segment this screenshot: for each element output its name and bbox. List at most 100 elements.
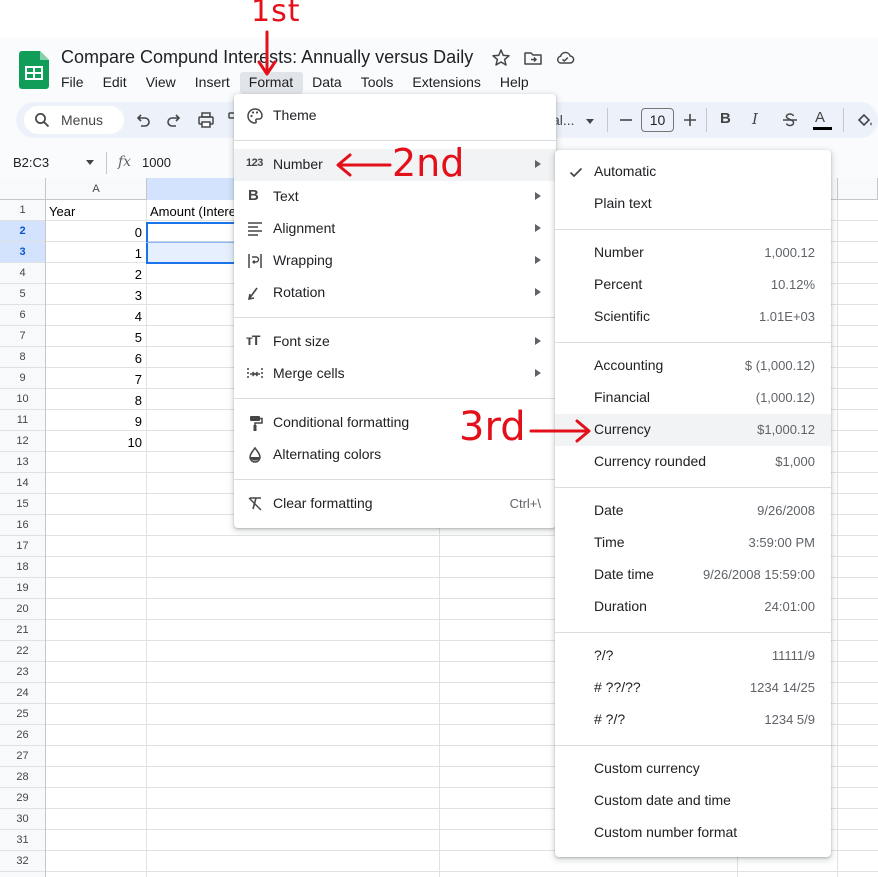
menu-edit[interactable]: Edit xyxy=(94,72,137,94)
cell-a1[interactable]: Year xyxy=(46,201,146,222)
menu-file[interactable]: File xyxy=(52,72,94,94)
menu-item-clear-formatting[interactable]: Clear formatting Ctrl+\ xyxy=(234,488,556,520)
formula-input[interactable]: 1000 xyxy=(142,155,171,170)
year-cell[interactable]: 3 xyxy=(46,285,146,306)
font-size-input[interactable]: 10 xyxy=(641,108,674,132)
row-header[interactable]: 29 xyxy=(0,788,45,809)
row-header[interactable]: 19 xyxy=(0,578,45,599)
column-header-e[interactable] xyxy=(838,178,878,200)
row-header[interactable]: 20 xyxy=(0,599,45,620)
row-header[interactable]: 24 xyxy=(0,683,45,704)
select-all-corner[interactable] xyxy=(0,178,46,200)
menu-insert[interactable]: Insert xyxy=(186,72,240,94)
fill-color-icon[interactable] xyxy=(855,110,875,130)
row-header[interactable]: 22 xyxy=(0,641,45,662)
row-header[interactable]: 16 xyxy=(0,515,45,536)
active-cell[interactable] xyxy=(148,224,242,241)
row-header[interactable]: 25 xyxy=(0,704,45,725)
number-format-custom-number[interactable]: Custom number format xyxy=(555,817,831,849)
row-header[interactable]: 10 xyxy=(0,389,45,410)
row-header[interactable]: 32 xyxy=(0,851,45,872)
row-header[interactable]: 23 xyxy=(0,662,45,683)
column-header-a[interactable]: A xyxy=(46,178,147,200)
menu-item-wrapping[interactable]: Wrapping xyxy=(234,245,556,277)
cloud-saved-icon[interactable] xyxy=(555,48,575,68)
year-cell[interactable]: 4 xyxy=(46,306,146,327)
menu-item-text[interactable]: B Text xyxy=(234,181,556,213)
undo-icon[interactable] xyxy=(133,110,153,130)
row-header[interactable]: 3 xyxy=(0,242,45,263)
row-header[interactable]: 2 xyxy=(0,221,45,242)
sheets-logo-icon[interactable] xyxy=(19,51,49,89)
year-cell[interactable]: 2 xyxy=(46,264,146,285)
menu-extensions[interactable]: Extensions xyxy=(403,72,490,94)
number-format-currency-rounded[interactable]: Currency rounded $1,000 xyxy=(555,446,831,478)
number-format-mixed-fraction-1[interactable]: # ?/? 1234 5/9 xyxy=(555,704,831,736)
decrease-font-size-icon[interactable] xyxy=(616,110,636,130)
bold-icon[interactable]: B xyxy=(720,110,731,127)
text-color-icon[interactable]: A xyxy=(815,109,825,126)
row-header[interactable]: 30 xyxy=(0,809,45,830)
menu-view[interactable]: View xyxy=(137,72,186,94)
row-header[interactable]: 5 xyxy=(0,284,45,305)
move-folder-icon[interactable] xyxy=(523,48,543,68)
row-header[interactable]: 14 xyxy=(0,473,45,494)
year-cell[interactable]: 0 xyxy=(46,222,146,243)
menu-item-theme[interactable]: Theme xyxy=(234,100,556,132)
row-header[interactable]: 1 xyxy=(0,200,45,221)
number-format-fraction[interactable]: ?/? 11111/9 xyxy=(555,640,831,672)
number-format-date[interactable]: Date 9/26/2008 xyxy=(555,495,831,527)
menu-item-merge-cells[interactable]: Merge cells xyxy=(234,358,556,390)
font-family-dropdown-icon[interactable] xyxy=(586,119,594,124)
year-cell[interactable]: 6 xyxy=(46,348,146,369)
number-format-custom-currency[interactable]: Custom currency xyxy=(555,753,831,785)
row-header[interactable]: 9 xyxy=(0,368,45,389)
row-header[interactable]: 28 xyxy=(0,767,45,788)
menus-search[interactable]: Menus xyxy=(24,106,124,134)
number-format-mixed-fraction-2[interactable]: # ??/?? 1234 14/25 xyxy=(555,672,831,704)
star-icon[interactable] xyxy=(491,48,511,68)
row-header[interactable]: 17 xyxy=(0,536,45,557)
row-header[interactable]: 13 xyxy=(0,452,45,473)
strikethrough-icon[interactable] xyxy=(780,110,800,130)
row-header[interactable]: 15 xyxy=(0,494,45,515)
number-format-number[interactable]: Number 1,000.12 xyxy=(555,237,831,269)
number-format-plain-text[interactable]: Plain text xyxy=(555,188,831,220)
row-header[interactable]: 8 xyxy=(0,347,45,368)
year-cell[interactable]: 7 xyxy=(46,369,146,390)
menu-item-alignment[interactable]: Alignment xyxy=(234,213,556,245)
number-format-percent[interactable]: Percent 10.12% xyxy=(555,269,831,301)
number-format-custom-date-time[interactable]: Custom date and time xyxy=(555,785,831,817)
redo-icon[interactable] xyxy=(164,110,184,130)
name-box-dropdown-icon[interactable] xyxy=(86,160,94,165)
row-header[interactable]: 7 xyxy=(0,326,45,347)
year-cell[interactable]: 10 xyxy=(46,432,146,453)
number-format-time[interactable]: Time 3:59:00 PM xyxy=(555,527,831,559)
row-header[interactable]: 27 xyxy=(0,746,45,767)
year-cell[interactable]: 5 xyxy=(46,327,146,348)
print-icon[interactable] xyxy=(196,110,216,130)
number-format-currency[interactable]: Currency $1,000.12 xyxy=(555,414,831,446)
document-title[interactable]: Compare Compund Interests: Annually vers… xyxy=(61,47,473,68)
row-header[interactable]: 6 xyxy=(0,305,45,326)
row-header[interactable]: 31 xyxy=(0,830,45,851)
number-format-date-time[interactable]: Date time 9/26/2008 15:59:00 xyxy=(555,559,831,591)
number-format-accounting[interactable]: Accounting $ (1,000.12) xyxy=(555,350,831,382)
number-format-financial[interactable]: Financial (1,000.12) xyxy=(555,382,831,414)
number-format-duration[interactable]: Duration 24:01:00 xyxy=(555,591,831,623)
year-cell[interactable]: 9 xyxy=(46,411,146,432)
row-header[interactable]: 11 xyxy=(0,410,45,431)
menu-help[interactable]: Help xyxy=(491,72,539,94)
row-header[interactable]: 12 xyxy=(0,431,45,452)
row-header[interactable]: 18 xyxy=(0,557,45,578)
increase-font-size-icon[interactable] xyxy=(680,110,700,130)
cell-b1[interactable]: Amount (Intere xyxy=(147,201,237,222)
row-header[interactable]: 4 xyxy=(0,263,45,284)
menu-tools[interactable]: Tools xyxy=(352,72,404,94)
row-header[interactable]: 26 xyxy=(0,725,45,746)
row-header[interactable]: 21 xyxy=(0,620,45,641)
year-cell[interactable]: 1 xyxy=(46,243,146,264)
menu-data[interactable]: Data xyxy=(303,72,352,94)
year-cell[interactable]: 8 xyxy=(46,390,146,411)
name-box[interactable]: B2:C3 xyxy=(13,155,49,170)
